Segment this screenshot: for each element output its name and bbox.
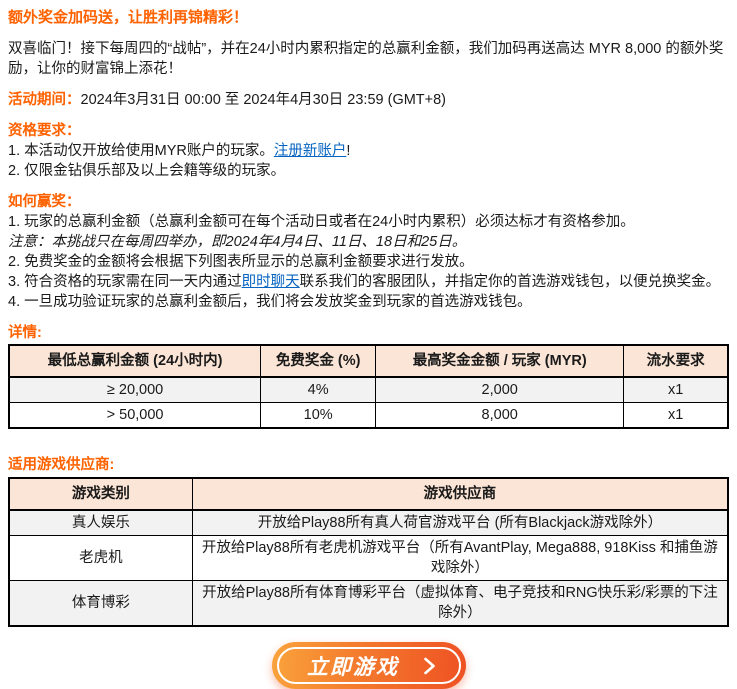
how-to-win-heading: 如何赢奖： xyxy=(8,192,729,212)
details-col-turnover: 流水要求 xyxy=(624,345,728,377)
providers-col-category: 游戏类别 xyxy=(9,478,192,510)
cell-category: 体育博彩 xyxy=(9,581,192,627)
details-col-max-bonus: 最高奖金金额 / 玩家 (MYR) xyxy=(376,345,624,377)
eligibility-item-1-suffix: ! xyxy=(346,143,350,159)
how-to-win-item-3: 3. 符合资格的玩家需在同一天内通过即时聊天联系我们的客服团队，并指定你的首选游… xyxy=(8,272,729,292)
eligibility-item-1-text: 1. 本活动仅开放给使用MYR账户的玩家。 xyxy=(8,143,274,159)
table-row: 老虎机 开放给Play88所有老虎机游戏平台（所有AvantPlay, Mega… xyxy=(9,536,728,581)
intro-text: 双喜临门！接下每周四的“战帖”，并在24小时内累积指定的总赢利金额，我们加码再送… xyxy=(8,39,729,79)
cell-min-winnings: ≥ 20,000 xyxy=(9,377,261,403)
cell-provider: 开放给Play88所有真人荷官游戏平台 (所有Blackjack游戏除外） xyxy=(192,510,728,536)
details-table-header-row: 最低总赢利金额 (24小时内) 免费奖金 (%) 最高奖金金额 / 玩家 (MY… xyxy=(9,345,728,377)
details-col-min-winnings: 最低总赢利金额 (24小时内) xyxy=(9,345,261,377)
details-col-free-bonus: 免费奖金 (%) xyxy=(261,345,376,377)
period-value: 2024年3月31日 00:00 至 2024年4月30日 23:59 (GMT… xyxy=(81,92,447,108)
play-now-button[interactable]: 立即游戏 xyxy=(272,642,466,689)
how-to-win-item-3-post: 联系我们的客服团队，并指定你的首选游戏钱包，以便兑换奖金。 xyxy=(300,274,721,290)
how-to-win-item-2: 2. 免费奖金的金额将会根据下列图表所显示的总赢利金额要求进行发放。 xyxy=(8,252,729,272)
cell-provider: 开放给Play88所有体育博彩平台（虚拟体育、电子竞技和RNG快乐彩/彩票的下注… xyxy=(192,581,728,627)
eligibility-item-2: 2. 仅限金钻俱乐部及以上会籍等级的玩家。 xyxy=(8,161,729,181)
details-heading: 详情: xyxy=(8,323,729,343)
cell-min-winnings: > 50,000 xyxy=(9,403,261,429)
table-row: > 50,000 10% 8,000 x1 xyxy=(9,403,728,429)
how-to-win-item-1: 1. 玩家的总赢利金额（总赢利金额可在每个活动日或者在24小时内累积）必须达标才… xyxy=(8,212,729,232)
how-to-win-note: 注意：本挑战只在每周四举办，即2024年4月4日、11日、18日和25日。 xyxy=(8,232,729,252)
cell-max-bonus: 2,000 xyxy=(376,377,624,403)
cell-free-bonus: 4% xyxy=(261,377,376,403)
period-line: 活动期间：2024年3月31日 00:00 至 2024年4月30日 23:59… xyxy=(8,90,729,110)
cell-max-bonus: 8,000 xyxy=(376,403,624,429)
table-row: ≥ 20,000 4% 2,000 x1 xyxy=(9,377,728,403)
cell-category: 真人娱乐 xyxy=(9,510,192,536)
play-now-label: 立即游戏 xyxy=(301,651,399,681)
eligibility-heading: 资格要求： xyxy=(8,121,729,141)
cell-turnover: x1 xyxy=(624,377,728,403)
table-row: 真人娱乐 开放给Play88所有真人荷官游戏平台 (所有Blackjack游戏除… xyxy=(9,510,728,536)
cell-free-bonus: 10% xyxy=(261,403,376,429)
providers-table-header-row: 游戏类别 游戏供应商 xyxy=(9,478,728,510)
providers-col-provider: 游戏供应商 xyxy=(192,478,728,510)
how-to-win-section: 如何赢奖： 1. 玩家的总赢利金额（总赢利金额可在每个活动日或者在24小时内累积… xyxy=(8,192,729,312)
promo-page: 额外奖金加码送，让胜利再锦精彩！ 双喜临门！接下每周四的“战帖”，并在24小时内… xyxy=(8,8,729,689)
providers-heading: 适用游戏供应商: xyxy=(8,455,729,475)
providers-table: 游戏类别 游戏供应商 真人娱乐 开放给Play88所有真人荷官游戏平台 (所有B… xyxy=(8,477,729,627)
live-chat-link[interactable]: 即时聊天 xyxy=(242,274,300,290)
how-to-win-item-4: 4. 一旦成功验证玩家的总赢利金额后，我们将会发放奖金到玩家的首选游戏钱包。 xyxy=(8,292,729,312)
how-to-win-item-3-pre: 3. 符合资格的玩家需在同一天内通过 xyxy=(8,274,242,290)
cta-container: 立即游戏 xyxy=(8,642,729,689)
register-account-link[interactable]: 注册新账户 xyxy=(274,143,347,159)
arrow-right-icon xyxy=(423,656,436,676)
page-title: 额外奖金加码送，让胜利再锦精彩！ xyxy=(8,8,729,28)
eligibility-section: 资格要求： 1. 本活动仅开放给使用MYR账户的玩家。注册新账户! 2. 仅限金… xyxy=(8,121,729,181)
period-label: 活动期间： xyxy=(8,92,81,108)
cell-category: 老虎机 xyxy=(9,536,192,581)
table-row: 体育博彩 开放给Play88所有体育博彩平台（虚拟体育、电子竞技和RNG快乐彩/… xyxy=(9,581,728,627)
cell-provider: 开放给Play88所有老虎机游戏平台（所有AvantPlay, Mega888,… xyxy=(192,536,728,581)
cell-turnover: x1 xyxy=(624,403,728,429)
details-table: 最低总赢利金额 (24小时内) 免费奖金 (%) 最高奖金金额 / 玩家 (MY… xyxy=(8,344,729,429)
eligibility-item-1: 1. 本活动仅开放给使用MYR账户的玩家。注册新账户! xyxy=(8,141,729,161)
